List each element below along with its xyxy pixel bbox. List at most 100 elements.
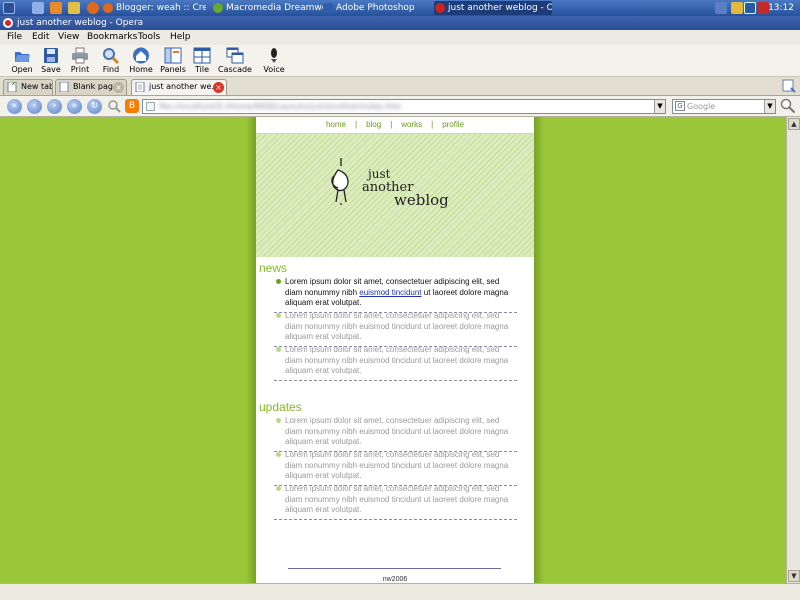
task-photoshop[interactable]: Adobe Photoshop: [322, 1, 432, 15]
home-button[interactable]: Home: [124, 46, 158, 76]
page-shadow-right: [534, 117, 544, 583]
bullet-icon: [276, 418, 281, 423]
taskbar: Blogger: weah :: Create ... Macromedia D…: [0, 0, 800, 16]
site-logo[interactable]: just another weblog: [326, 158, 466, 228]
tab-new-tab[interactable]: New tab: [3, 79, 53, 95]
address-text: file://localhost/E:/Home/WEB/Layouts/jus…: [159, 102, 402, 111]
print-icon: [72, 47, 88, 64]
task-blogger[interactable]: Blogger: weah :: Create ...: [102, 1, 206, 15]
task-opera[interactable]: just another weblog - Op...: [434, 1, 552, 15]
opera-icon: [3, 18, 13, 28]
task-dreamweaver[interactable]: Macromedia Dreamweav...: [212, 1, 332, 15]
clock: 13:12: [768, 3, 794, 13]
save-icon: [44, 48, 58, 63]
nav-blog-link[interactable]: blog: [366, 120, 381, 129]
nav-home-link[interactable]: home: [326, 120, 346, 129]
blog-page: home | blog | works | profile just another web…: [256, 117, 534, 583]
list-item: Lorem ipsum dolor sit amet, consectetuer…: [274, 345, 517, 381]
reload-button[interactable]: ↻: [87, 99, 102, 114]
power-icon[interactable]: [731, 2, 743, 14]
firefox-icon[interactable]: [87, 2, 99, 14]
section-title-updates: updates: [259, 400, 302, 414]
start-menu-icon[interactable]: [3, 2, 15, 14]
shield-icon[interactable]: [744, 2, 756, 14]
cascade-button[interactable]: Cascade: [218, 46, 252, 76]
tab-list-icon[interactable]: [782, 79, 796, 93]
logo-line-weblog: weblog: [394, 191, 449, 209]
google-icon: G: [675, 101, 685, 111]
search-dropdown-button[interactable]: ▼: [764, 100, 775, 113]
site-footer: nw2006: [382, 576, 408, 583]
terminal-icon[interactable]: [68, 2, 80, 14]
figure-icon: [331, 158, 349, 205]
network-icon[interactable]: [715, 2, 727, 14]
find-icon: [103, 48, 120, 64]
logo-line-just: just: [366, 167, 391, 181]
section-title-news: news: [259, 261, 288, 275]
main-toolbar: Open Save Print Find Home Panels Tile Ca…: [0, 45, 800, 77]
bullet-icon: [276, 313, 281, 318]
tab-blank-page[interactable]: Blank page ×: [55, 79, 127, 95]
close-tab-icon[interactable]: ×: [113, 82, 124, 93]
post-link[interactable]: euismod tincidunt: [359, 288, 421, 297]
nav-separator: |: [431, 120, 434, 129]
site-header: just another weblog: [256, 133, 534, 257]
page-shadow-left: [246, 117, 256, 583]
list-item: Lorem ipsum dolor sit amet, consectetuer…: [274, 311, 517, 347]
scroll-down-icon[interactable]: ▼: [788, 570, 800, 582]
bullet-icon: [276, 486, 281, 491]
window-title: just another weblog - Opera: [17, 18, 144, 28]
forward-button[interactable]: ›: [47, 99, 62, 114]
print-button[interactable]: Print: [63, 46, 97, 76]
tile-button[interactable]: Tile: [185, 46, 219, 76]
search-icon[interactable]: [107, 99, 122, 114]
photoshop-icon: [323, 3, 333, 13]
tile-icon: [193, 47, 211, 64]
scroll-up-icon[interactable]: ▲: [788, 118, 800, 130]
menu-view[interactable]: View: [56, 30, 81, 45]
firefox-icon: [103, 3, 113, 13]
status-bar: [0, 583, 800, 600]
nav-profile-link[interactable]: profile: [442, 120, 464, 129]
back-button[interactable]: ‹: [27, 99, 42, 114]
voice-button[interactable]: Voice: [257, 46, 291, 76]
site-nav: home | blog | works | profile: [256, 117, 534, 133]
page-viewport[interactable]: home | blog | works | profile just another web…: [0, 117, 786, 583]
tab-just-another-weblog[interactable]: just another we... ×: [131, 79, 227, 95]
menu-edit[interactable]: Edit: [30, 30, 51, 45]
vertical-scrollbar[interactable]: ▲ ▼: [786, 117, 800, 583]
address-dropdown-button[interactable]: ▼: [654, 100, 665, 113]
list-item: Lorem ipsum dolor sit amet, consectetuer…: [274, 277, 517, 313]
address-input[interactable]: file://localhost/E:/Home/WEB/Layouts/jus…: [142, 99, 666, 114]
window-titlebar: just another weblog - Opera: [0, 16, 800, 30]
menu-bookmarks[interactable]: Bookmarks: [85, 30, 139, 45]
launcher-icon[interactable]: [32, 2, 44, 14]
search-go-icon[interactable]: [780, 98, 796, 114]
nav-separator: |: [354, 120, 358, 129]
menu-file[interactable]: File: [5, 30, 24, 45]
search-input[interactable]: G Google ▼: [672, 99, 776, 114]
menu-help[interactable]: Help: [168, 30, 193, 45]
bullet-icon: [276, 452, 281, 457]
open-icon: [15, 52, 30, 62]
close-tab-icon[interactable]: ×: [213, 82, 224, 93]
rewind-button[interactable]: «: [7, 99, 22, 114]
nav-works-link[interactable]: works: [401, 120, 422, 129]
address-toolbar: « ‹ › » ↻ B file://localhost/E:/Home/WEB…: [0, 96, 800, 117]
footer-divider: [288, 568, 501, 569]
opera-icon: [435, 3, 445, 13]
menu-tools[interactable]: Tools: [136, 30, 162, 45]
find-button[interactable]: Find: [94, 46, 128, 76]
list-item: Lorem ipsum dolor sit amet, consectetuer…: [274, 450, 517, 486]
blogger-icon[interactable]: B: [125, 99, 139, 113]
page-icon: [7, 82, 17, 92]
list-item: Lorem ipsum dolor sit amet, consectetuer…: [274, 416, 517, 452]
page-icon: [59, 82, 69, 92]
cascade-icon: [226, 47, 244, 64]
page-icon: [135, 82, 145, 92]
mail-icon[interactable]: [50, 2, 62, 14]
fast-forward-button[interactable]: »: [67, 99, 82, 114]
tab-bar: New tab Blank page × just another we... …: [0, 77, 800, 96]
page-favicon: [146, 102, 155, 111]
panels-icon: [164, 47, 182, 64]
